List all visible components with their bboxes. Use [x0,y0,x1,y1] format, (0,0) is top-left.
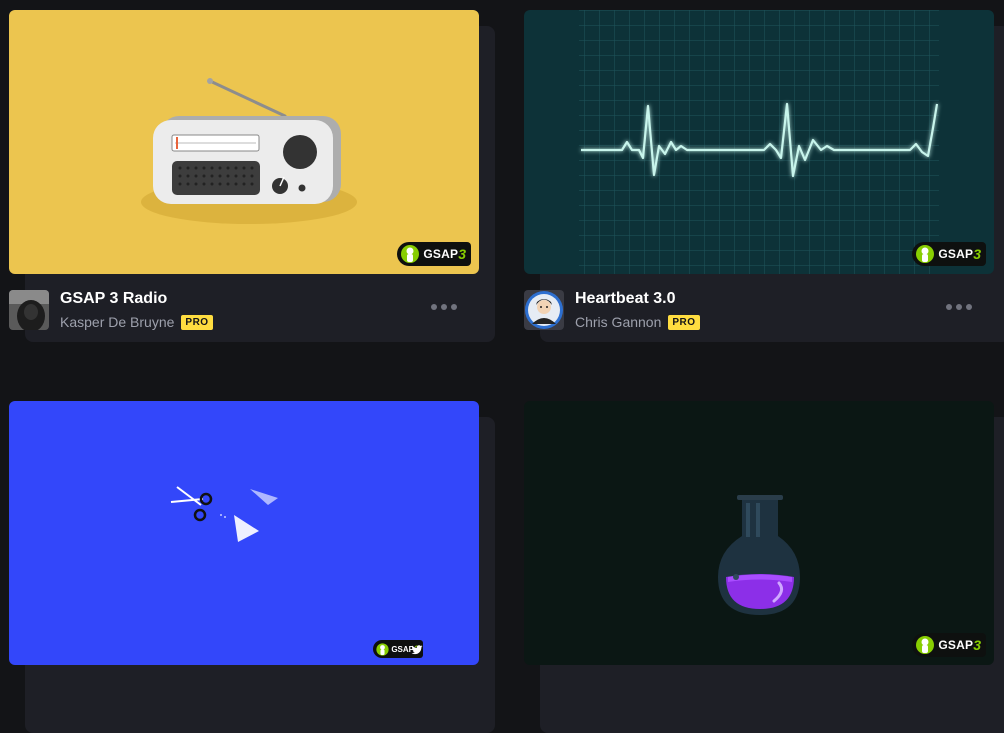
gsap-badge-version: 3 [973,637,981,653]
more-dot-icon [946,304,952,310]
gsap-badge: GSAP 3 [397,242,471,266]
pen-meta: Heartbeat 3.0 Chris Gannon PRO [524,290,994,330]
more-dot-icon [451,304,457,310]
pen-meta: GSAP 3 Radio Kasper De Bruyne PRO [9,290,479,330]
pen-preview-thumbnail[interactable]: GSAP 3 [524,10,994,274]
more-options-button[interactable] [946,304,972,310]
potion-flask-illustration [718,495,800,615]
author-avatar[interactable] [9,290,49,330]
radio-illustration [141,78,357,224]
gsap-mascot-icon [914,634,936,656]
author-name[interactable]: Chris Gannon [575,314,661,330]
dark-hooded-figure-icon [9,290,49,330]
pen-title[interactable]: GSAP 3 Radio [60,290,167,308]
pen-preview-thumbnail[interactable]: GSAP 3 [9,401,479,665]
gsap-badge: GSAP 3 [912,633,986,657]
gsap-mascot-icon [399,243,421,265]
pro-badge: PRO [181,314,213,330]
more-dot-icon [441,304,447,310]
heartbeat-illustration [579,10,939,274]
more-dot-icon [431,304,437,310]
gsap-badge: GSAP 3 [912,242,986,266]
pen-preview-thumbnail[interactable]: GSAP 3 [9,10,479,274]
gsap-mascot-icon [375,642,390,657]
more-dot-icon [956,304,962,310]
gsap-badge-version: 3 [458,246,466,262]
gsap-badge-text: GSAP [938,638,974,652]
twitter-icon[interactable] [411,644,423,656]
gsap-badge-version: 3 [973,246,981,262]
more-options-button[interactable] [431,304,457,310]
author-name[interactable]: Kasper De Bruyne [60,314,174,330]
author-avatar[interactable] [524,290,564,330]
pro-badge: PRO [668,314,700,330]
gsap-badge-text: GSAP [938,247,974,261]
cartoon-man-icon [525,291,563,329]
pen-title[interactable]: Heartbeat 3.0 [575,290,676,308]
scissors-illustration [170,486,278,542]
pen-preview-thumbnail[interactable]: GSAP 3 [524,401,994,665]
gsap-mascot-icon [914,243,936,265]
gsap-badge-text: GSAP [423,247,459,261]
more-dot-icon [966,304,972,310]
